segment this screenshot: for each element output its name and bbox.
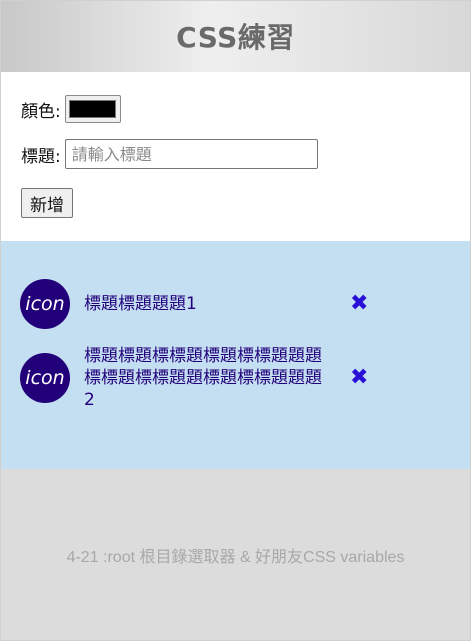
- list-item: icon 標題標題題題1 ✖: [0, 279, 471, 329]
- page-footer: 4-21 :root 根目錄選取器 & 好朋友CSS variables: [0, 469, 471, 641]
- color-picker[interactable]: [64, 95, 121, 123]
- delete-icon[interactable]: ✖: [350, 367, 368, 389]
- list-item: icon 標題標題標標題標題標標題題題標標題標標題題標題標標題題題2 ✖: [0, 345, 471, 411]
- item-icon: icon: [20, 353, 70, 403]
- footer-text: 4-21 :root 根目錄選取器 & 好朋友CSS variables: [66, 549, 405, 566]
- color-label: 顏色:: [21, 101, 61, 122]
- delete-icon[interactable]: ✖: [350, 293, 368, 315]
- color-swatch-fill: [69, 100, 117, 118]
- title-label: 標題:: [21, 146, 61, 167]
- page-header: CSS練習: [0, 0, 471, 72]
- color-row: 顏色:: [21, 92, 451, 126]
- title-row: 標題:: [21, 139, 451, 169]
- add-item-form: 顏色: 標題: 新增: [0, 72, 471, 241]
- item-title: 標題標題標標題標題標標題題題標標題標標題題標題標標題題題2: [84, 346, 322, 410]
- page-title: CSS練習: [176, 21, 295, 54]
- add-button[interactable]: 新增: [21, 188, 73, 218]
- item-list: icon 標題標題題題1 ✖ icon 標題標題標標題標題標標題題題標標題標標題…: [0, 241, 471, 469]
- title-input[interactable]: [64, 139, 318, 169]
- item-icon: icon: [20, 279, 70, 329]
- item-title: 標題標題題題1: [84, 294, 197, 314]
- button-row: 新增: [21, 188, 451, 218]
